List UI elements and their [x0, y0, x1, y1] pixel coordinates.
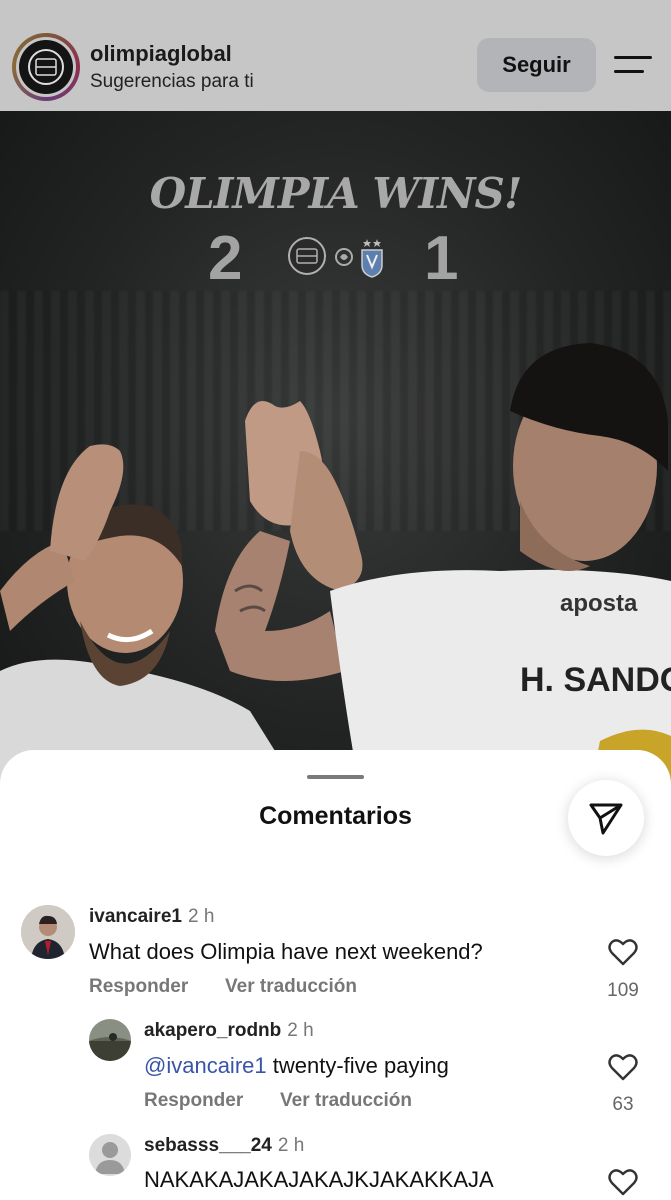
share-button[interactable]	[568, 780, 644, 856]
profile-avatar[interactable]	[12, 33, 80, 101]
comment-username[interactable]: akapero_rodnb 2 h	[144, 1020, 314, 1042]
heart-icon[interactable]	[608, 1053, 638, 1081]
default-avatar-icon	[89, 1134, 131, 1176]
sheet-grabber[interactable]	[307, 775, 364, 779]
svg-text:aposta: aposta	[560, 590, 638, 617]
paper-plane-icon	[589, 803, 623, 835]
comment-text: What does Olimpia have next weekend?	[89, 939, 483, 964]
reply-button[interactable]: Responder	[144, 1090, 243, 1112]
comment-username[interactable]: ivancaire1 2 h	[89, 906, 214, 928]
heart-icon[interactable]	[608, 1168, 638, 1196]
suggestion-label: Sugerencias para ti	[90, 71, 254, 92]
heart-icon[interactable]	[608, 938, 638, 966]
see-translation-button[interactable]: Ver traducción	[280, 1090, 412, 1112]
comment-mention[interactable]: @ivancaire1	[144, 1053, 267, 1078]
reply-button[interactable]: Responder	[89, 976, 188, 998]
comment-text: @ivancaire1 twenty-five paying	[144, 1053, 449, 1078]
club-crest-icon	[19, 40, 73, 94]
comment-avatar[interactable]	[89, 1134, 131, 1176]
comment-username[interactable]: sebasss___24 2 h	[144, 1135, 304, 1157]
comments-sheet: Comentarios ivancaire1 2 h What does Olim…	[0, 750, 671, 1200]
comment-avatar[interactable]	[89, 1019, 131, 1061]
comment-avatar[interactable]	[21, 905, 75, 959]
follow-button[interactable]: Seguir	[477, 38, 596, 92]
post-header: olimpiaglobal Sugerencias para ti Seguir	[0, 0, 671, 111]
comment-text: NAKAKAJAKAJAKAJKJAKAKKAJA	[144, 1167, 494, 1192]
account-username[interactable]: olimpiaglobal	[90, 41, 232, 67]
see-translation-button[interactable]: Ver traducción	[225, 976, 357, 998]
players-photo: aposta H. SANDO	[0, 343, 671, 791]
menu-icon[interactable]	[614, 53, 652, 77]
like-count: 63	[612, 1094, 634, 1115]
like-count: 109	[607, 980, 639, 1001]
svg-text:H. SANDO: H. SANDO	[520, 661, 671, 699]
post-image[interactable]: OLIMPIA WINS! 2 1 aposta H. SANDO	[0, 111, 671, 791]
